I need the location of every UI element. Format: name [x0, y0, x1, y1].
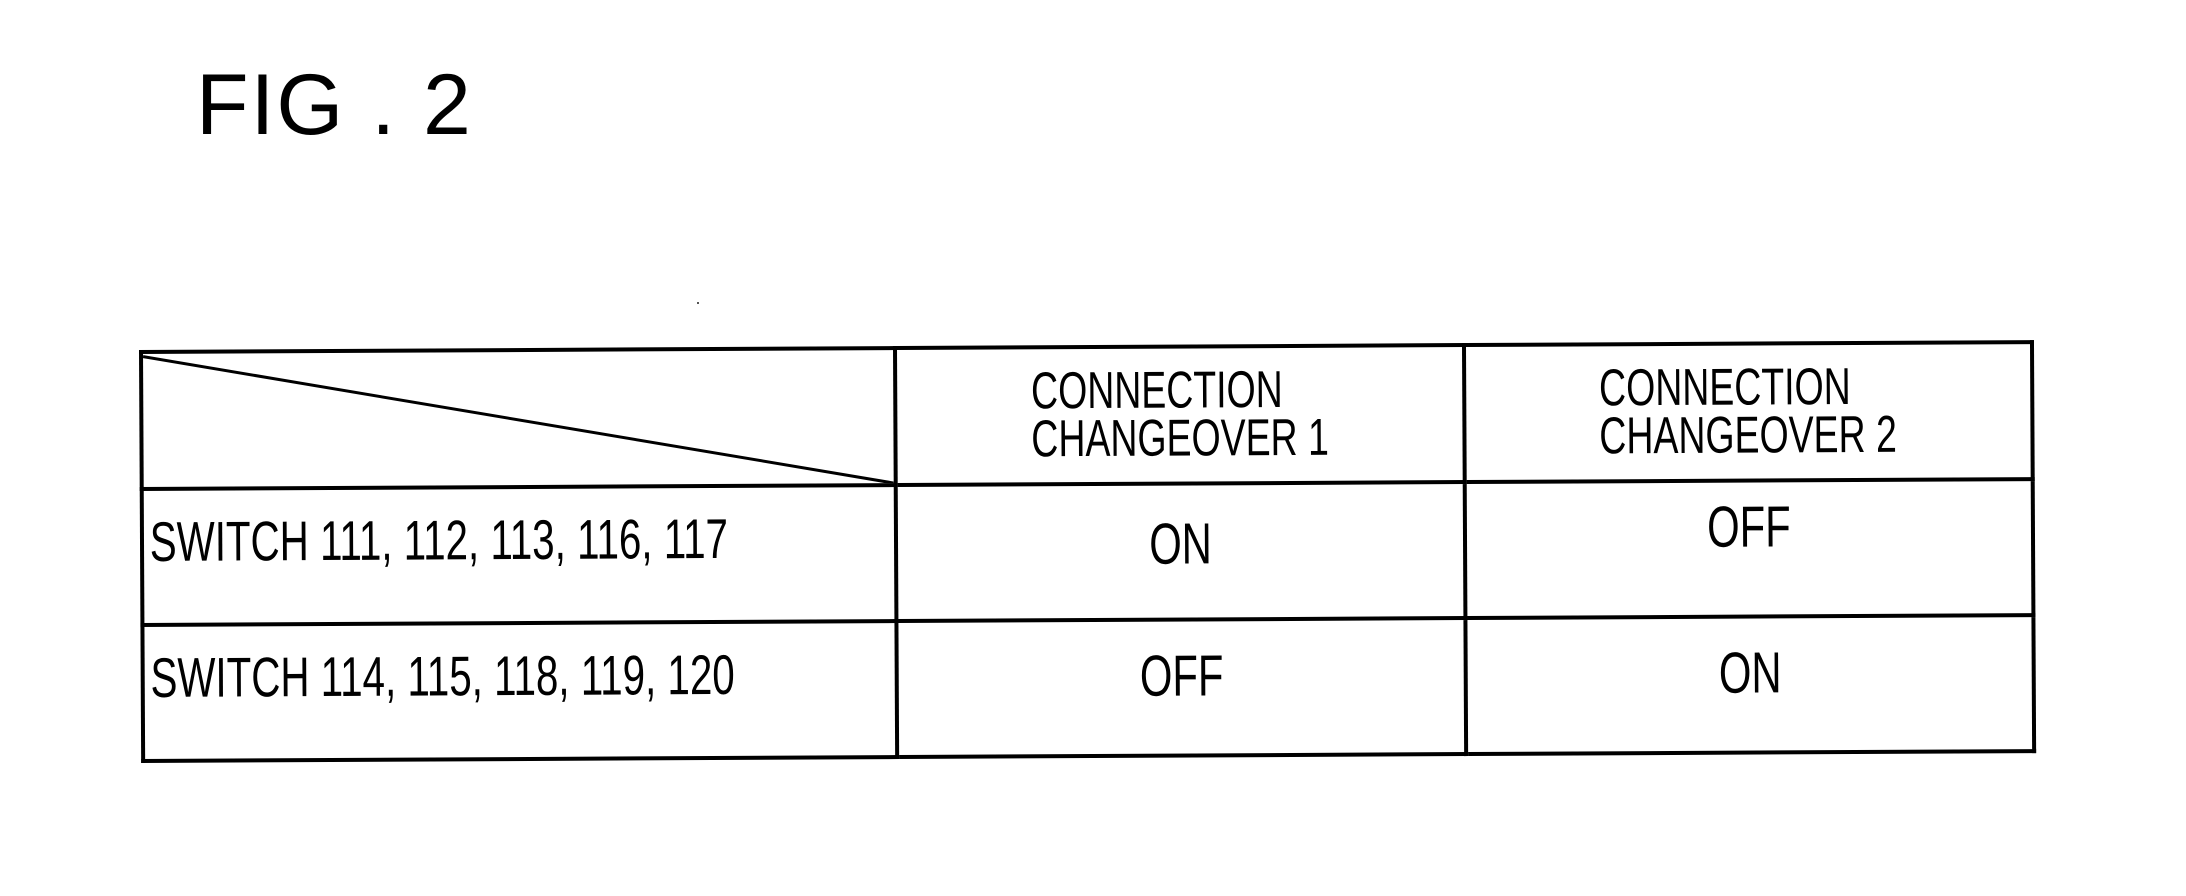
table-cell: OFF	[1464, 479, 2034, 619]
figure-title: FIG . 2	[196, 57, 473, 153]
switch-state-table-container: CONNECTION CHANGEOVER 1 CONNECTION CHANGEO…	[139, 340, 2035, 761]
diagonal-divider	[143, 350, 894, 487]
switch-state-value: OFF	[1707, 493, 1791, 560]
scan-speck	[697, 302, 699, 304]
table-header-row: CONNECTION CHANGEOVER 1 CONNECTION CHANGEO…	[141, 342, 2033, 489]
corner-cell	[141, 348, 896, 489]
row-header-cell: SWITCH 111, 112, 113, 116, 117	[141, 485, 897, 625]
column-header-line2: CHANGEOVER 2	[1599, 405, 1898, 465]
column-header-changeover-2: CONNECTION CHANGEOVER 2	[1463, 342, 2033, 483]
column-header-label: CONNECTION CHANGEOVER 1	[1031, 361, 1329, 468]
row-header-label: SWITCH 111, 112, 113, 116, 117	[149, 506, 729, 573]
table-cell: ON	[895, 482, 1466, 622]
column-header-label: CONNECTION CHANGEOVER 2	[1599, 358, 1897, 465]
table-cell: ON	[1465, 615, 2035, 755]
table-row: SWITCH 111, 112, 113, 116, 117 ON OFF	[141, 479, 2034, 625]
switch-state-table: CONNECTION CHANGEOVER 1 CONNECTION CHANGEO…	[139, 340, 2036, 763]
switch-state-value: ON	[1149, 510, 1213, 577]
switch-state-value: OFF	[1139, 642, 1224, 709]
column-header-line2: CHANGEOVER 1	[1031, 408, 1329, 468]
table-cell: OFF	[896, 618, 1467, 758]
switch-state-value: ON	[1718, 639, 1782, 706]
table-row: SWITCH 114, 115, 118, 119, 120 OFF ON	[142, 615, 2035, 761]
row-header-label: SWITCH 114, 115, 118, 119, 120	[150, 642, 735, 709]
column-header-changeover-1: CONNECTION CHANGEOVER 1	[895, 345, 1465, 486]
row-header-cell: SWITCH 114, 115, 118, 119, 120	[142, 621, 898, 761]
